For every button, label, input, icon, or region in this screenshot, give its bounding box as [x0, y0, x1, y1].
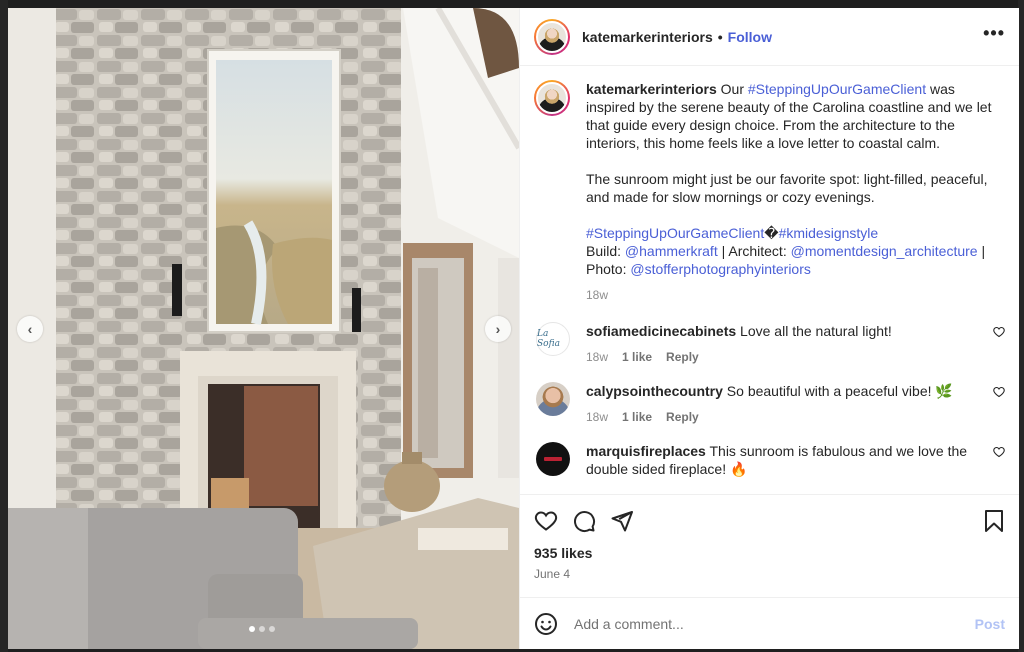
caption-paragraph: katemarkerinteriors Our #SteppingUpOurGa… — [586, 80, 1005, 152]
post-comment-button[interactable]: Post — [975, 616, 1005, 632]
paper-plane-icon[interactable] — [610, 509, 634, 533]
comment-bubble-icon[interactable] — [572, 509, 596, 533]
comment-item: marquisfireplaces This sunroom is fabulo… — [534, 442, 1005, 478]
carousel-dot[interactable] — [259, 626, 265, 632]
caption-author-avatar[interactable] — [534, 80, 570, 116]
caption-text: Photo: — [586, 261, 631, 277]
more-options-button[interactable]: ••• — [983, 23, 1005, 50]
post-photo: ‹ › — [8, 8, 519, 649]
comment-text: So beautiful with a peaceful vibe! 🌿 — [722, 383, 953, 399]
commenter-avatar[interactable] — [536, 442, 570, 476]
caption-text: | Architect: — [717, 243, 791, 259]
comment-likes[interactable]: 1 like — [622, 348, 652, 366]
comments-scroll[interactable]: katemarkerinteriors Our #SteppingUpOurGa… — [520, 66, 1019, 494]
heart-icon[interactable] — [534, 509, 558, 533]
comment-likes[interactable]: 1 like — [622, 408, 652, 426]
action-bar — [534, 495, 1005, 547]
author-avatar[interactable] — [534, 18, 570, 55]
heart-icon[interactable] — [993, 446, 1005, 458]
caption-age[interactable]: 18w — [586, 286, 608, 304]
comment-item: calypsointhecountry So beautiful with a … — [534, 382, 1005, 426]
post-side-panel: katemarkerinteriors • Follow ••• katemar… — [519, 8, 1019, 649]
bookmark-icon[interactable] — [983, 509, 1005, 533]
caption-username[interactable]: katemarkerinteriors — [586, 81, 717, 97]
heart-icon[interactable] — [993, 386, 1005, 398]
carousel-dot[interactable] — [269, 626, 275, 632]
carousel-prev-button[interactable]: ‹ — [17, 316, 43, 342]
caption-hashtag[interactable]: #SteppingUpOurGameClient — [586, 225, 764, 241]
avatar-logo-text: La Sofia — [537, 329, 560, 349]
comment-age[interactable]: 18w — [586, 408, 608, 426]
add-comment-bar: Post — [520, 597, 1019, 649]
comment-text: Love all the natural light! — [736, 323, 892, 339]
commenter-avatar[interactable] — [536, 382, 570, 416]
carousel-dots — [249, 626, 275, 632]
commenter-avatar[interactable]: La Sofia — [536, 322, 570, 356]
caption-paragraph: The sunroom might just be our favorite s… — [586, 171, 988, 205]
post-caption: katemarkerinteriors Our #SteppingUpOurGa… — [534, 80, 1005, 304]
caption-hashtag[interactable]: #SteppingUpOurGameClient — [748, 81, 926, 97]
caption-meta: 18w — [586, 286, 1005, 304]
post-modal: ‹ › katemarkerinteriors • Follow ••• kat… — [8, 8, 1019, 649]
post-date[interactable]: June 4 — [534, 567, 1005, 581]
follow-button[interactable]: Follow — [728, 29, 772, 45]
heart-icon[interactable] — [993, 326, 1005, 338]
post-actions-section: 935 likes June 4 — [520, 494, 1019, 597]
author-username[interactable]: katemarkerinteriors — [582, 29, 713, 45]
comment-username[interactable]: sofiamedicinecabinets — [586, 323, 736, 339]
comment-username[interactable]: calypsointhecountry — [586, 383, 723, 399]
carousel-next-button[interactable]: › — [485, 316, 511, 342]
caption-hashtag[interactable]: #kmidesignstyle — [779, 225, 879, 241]
caption-text: Our — [716, 81, 748, 97]
likes-count[interactable]: 935 likes — [534, 545, 1005, 561]
sunroom-photo — [8, 8, 519, 649]
mention-link[interactable]: @hammerkraft — [625, 243, 718, 259]
comment-item: La Sofia sofiamedicinecabinets Love all … — [534, 322, 1005, 366]
caption-text: Build: — [586, 243, 625, 259]
carousel-dot[interactable] — [249, 626, 255, 632]
caption-text: � — [764, 225, 779, 241]
caption-text: | — [977, 243, 986, 259]
post-header: katemarkerinteriors • Follow ••• — [520, 8, 1019, 66]
comment-input[interactable] — [574, 615, 959, 632]
mention-link[interactable]: @momentdesign_architecture — [791, 243, 978, 259]
smiley-icon[interactable] — [534, 612, 558, 636]
comment-age[interactable]: 18w — [586, 348, 608, 366]
comment-username[interactable]: marquisfireplaces — [586, 443, 706, 459]
header-separator: • — [717, 28, 723, 45]
reply-button[interactable]: Reply — [666, 348, 699, 366]
caption-credits: #SteppingUpOurGameClient�#kmidesignstyle… — [586, 224, 1005, 278]
mention-link[interactable]: @stofferphotographyinteriors — [630, 261, 811, 277]
reply-button[interactable]: Reply — [666, 408, 699, 426]
